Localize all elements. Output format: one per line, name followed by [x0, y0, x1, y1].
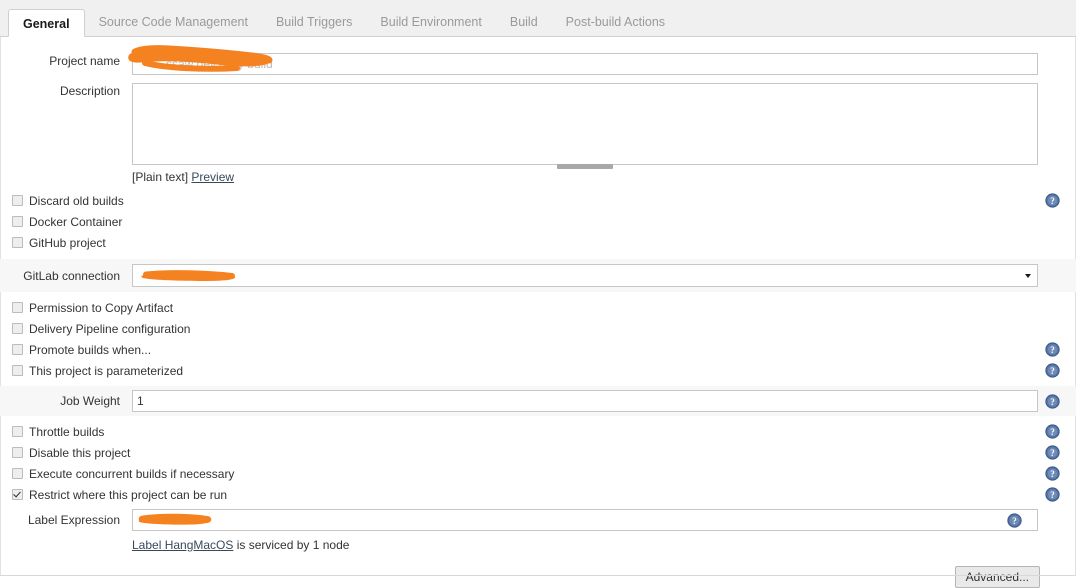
checkbox-delivery-pipeline-configuration[interactable]	[12, 323, 23, 334]
svg-text:?: ?	[1050, 448, 1055, 458]
tab-post-build-actions[interactable]: Post-build Actions	[552, 8, 679, 36]
tab-build-environment[interactable]: Build Environment	[366, 8, 495, 36]
job-weight-label: Job Weight	[0, 390, 132, 409]
checkbox-row-discard-old-builds[interactable]: Discard old builds ?	[0, 190, 1076, 211]
textarea-resize-handle[interactable]	[557, 164, 613, 169]
advanced-button[interactable]: Advanced...	[955, 566, 1040, 588]
checkbox-restrict-where-project-can-be-run[interactable]	[12, 489, 23, 500]
checkbox-throttle-builds[interactable]	[12, 426, 23, 437]
checkbox-row-throttle-builds[interactable]: Throttle builds ?	[0, 421, 1076, 442]
gitlab-connection-field-wrap	[132, 264, 1076, 287]
plain-text-label: [Plain text]	[132, 170, 188, 184]
tab-build-triggers[interactable]: Build Triggers	[262, 8, 366, 36]
checkbox-row-this-project-is-parameterized[interactable]: This project is parameterized ?	[0, 360, 1076, 381]
svg-text:?: ?	[1050, 196, 1055, 206]
checkbox-label-throttle-builds: Throttle builds	[29, 425, 104, 439]
svg-text:?: ?	[1050, 345, 1055, 355]
svg-text:?: ?	[1050, 490, 1055, 500]
checkbox-label-docker-container: Docker Container	[29, 215, 122, 229]
checkbox-label-promote-builds-when: Promote builds when...	[29, 343, 151, 357]
checkbox-label-restrict-where-project-can-be-run: Restrict where this project can be run	[29, 488, 227, 502]
checkbox-docker-container[interactable]	[12, 216, 23, 227]
label-expression-field-wrap: ? Label HangMacOS is serviced by 1 node	[132, 509, 1076, 552]
row-description: Description [Plain text] Preview	[0, 83, 1076, 184]
checkbox-permission-to-copy-artifact[interactable]	[12, 302, 23, 313]
project-name-label: Project name	[0, 53, 132, 69]
checkbox-row-restrict-where-project-can-be-run[interactable]: Restrict where this project can be run ?	[0, 484, 1076, 505]
project-name-field-wrap: ssaw dev daily build	[132, 53, 1076, 75]
checkbox-row-execute-concurrent-builds[interactable]: Execute concurrent builds if necessary ?	[0, 463, 1076, 484]
label-node-info: Label HangMacOS is serviced by 1 node	[132, 531, 1038, 552]
preview-link[interactable]: Preview	[191, 170, 234, 184]
checkbox-label-github-project: GitHub project	[29, 236, 106, 250]
general-config-form: Project name ssaw dev daily build Descri…	[0, 37, 1076, 588]
row-job-weight: Job Weight ?	[0, 386, 1076, 416]
checkbox-group-middle: Permission to Copy Artifact Delivery Pip…	[0, 297, 1076, 381]
checkbox-execute-concurrent-builds[interactable]	[12, 468, 23, 479]
checkbox-discard-old-builds[interactable]	[12, 195, 23, 206]
help-icon-this-project-is-parameterized[interactable]: ?	[1045, 363, 1060, 378]
gitlab-connection-select[interactable]	[132, 264, 1038, 287]
gitlab-connection-label: GitLab connection	[0, 264, 132, 284]
svg-text:?: ?	[1050, 397, 1055, 407]
checkbox-group-top: Discard old builds ? Docker Container Gi…	[0, 190, 1076, 253]
checkbox-row-permission-to-copy-artifact[interactable]: Permission to Copy Artifact	[0, 297, 1076, 318]
help-icon-label-expression[interactable]: ?	[1007, 513, 1022, 528]
tab-build[interactable]: Build	[496, 8, 552, 36]
checkbox-group-bottom: Throttle builds ? Disable this project ?	[0, 421, 1076, 505]
checkbox-github-project[interactable]	[12, 237, 23, 248]
help-icon-disable-this-project[interactable]: ?	[1045, 445, 1060, 460]
checkbox-label-disable-this-project: Disable this project	[29, 446, 130, 460]
checkbox-row-docker-container[interactable]: Docker Container	[0, 211, 1076, 232]
svg-text:?: ?	[1050, 469, 1055, 479]
label-expression-label: Label Expression	[0, 509, 132, 528]
label-expression-input[interactable]	[132, 509, 1038, 531]
row-project-name: Project name ssaw dev daily build	[0, 53, 1076, 75]
checkbox-promote-builds-when[interactable]	[12, 344, 23, 355]
help-icon-throttle-builds[interactable]: ?	[1045, 424, 1060, 439]
description-textarea[interactable]	[132, 83, 1038, 165]
svg-text:?: ?	[1050, 366, 1055, 376]
checkbox-label-permission-to-copy-artifact: Permission to Copy Artifact	[29, 301, 173, 315]
checkbox-row-disable-this-project[interactable]: Disable this project ?	[0, 442, 1076, 463]
checkbox-row-delivery-pipeline-configuration[interactable]: Delivery Pipeline configuration	[0, 318, 1076, 339]
row-label-expression: Label Expression ?	[0, 509, 1076, 552]
svg-text:?: ?	[1050, 427, 1055, 437]
advanced-button-wrap: Advanced...	[0, 552, 1076, 588]
tab-source-code-management[interactable]: Source Code Management	[85, 8, 262, 36]
job-weight-field-wrap: ?	[132, 390, 1076, 412]
checkbox-label-this-project-is-parameterized: This project is parameterized	[29, 364, 183, 378]
checkbox-label-delivery-pipeline-configuration: Delivery Pipeline configuration	[29, 322, 190, 336]
job-weight-input[interactable]	[132, 390, 1038, 412]
row-gitlab-connection: GitLab connection	[0, 259, 1076, 292]
help-icon-promote-builds-when[interactable]: ?	[1045, 342, 1060, 357]
help-icon-restrict-where-project-can-be-run[interactable]: ?	[1045, 487, 1060, 502]
label-node-link[interactable]: Label HangMacOS	[132, 538, 233, 552]
description-textarea-wrap	[132, 83, 1038, 165]
checkbox-row-github-project[interactable]: GitHub project	[0, 232, 1076, 253]
gitlab-connection-select-wrap[interactable]	[132, 264, 1038, 287]
checkbox-label-discard-old-builds: Discard old builds	[29, 194, 124, 208]
svg-text:?: ?	[1012, 516, 1017, 526]
label-node-suffix: is serviced by 1 node	[233, 538, 349, 552]
tab-general[interactable]: General	[8, 9, 85, 37]
config-tab-bar: General Source Code Management Build Tri…	[0, 0, 1076, 37]
chevron-down-icon	[1025, 274, 1031, 278]
help-icon-discard-old-builds[interactable]: ?	[1045, 193, 1060, 208]
label-expression-input-wrap: ?	[132, 509, 1038, 531]
checkbox-this-project-is-parameterized[interactable]	[12, 365, 23, 376]
help-icon-execute-concurrent-builds[interactable]: ?	[1045, 466, 1060, 481]
checkbox-label-execute-concurrent-builds: Execute concurrent builds if necessary	[29, 467, 234, 481]
description-label: Description	[0, 83, 132, 99]
checkbox-row-promote-builds-when[interactable]: Promote builds when... ?	[0, 339, 1076, 360]
checkbox-disable-this-project[interactable]	[12, 447, 23, 458]
project-name-input[interactable]	[132, 53, 1038, 75]
description-field-wrap: [Plain text] Preview	[132, 83, 1076, 184]
help-icon-job-weight[interactable]: ?	[1045, 394, 1060, 409]
